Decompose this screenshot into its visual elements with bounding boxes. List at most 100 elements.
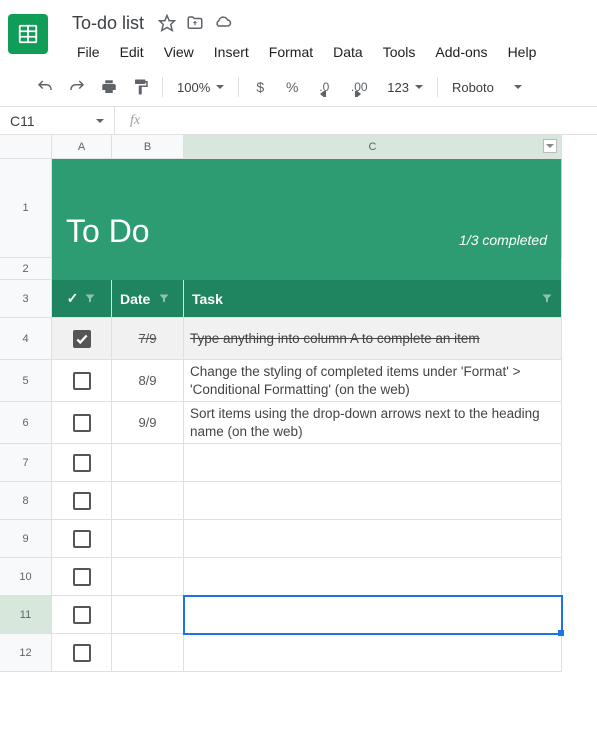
chevron-down-icon bbox=[96, 119, 104, 123]
cell-a8[interactable] bbox=[52, 482, 112, 520]
cell-a4[interactable] bbox=[52, 318, 112, 360]
print-button[interactable] bbox=[94, 74, 124, 100]
column-header-b[interactable]: B bbox=[112, 135, 184, 159]
banner-spacer[interactable] bbox=[52, 258, 562, 280]
cell-a5[interactable] bbox=[52, 360, 112, 402]
banner-title-cell[interactable]: To Do bbox=[52, 159, 184, 258]
row-header-1[interactable]: 1 bbox=[0, 159, 52, 258]
banner-status: 1/3 completed bbox=[459, 232, 547, 248]
cell-c7[interactable] bbox=[184, 444, 562, 482]
header-task-cell[interactable]: Task bbox=[184, 280, 562, 318]
cell-b12[interactable] bbox=[112, 634, 184, 672]
row-header-10[interactable]: 10 bbox=[0, 558, 52, 596]
sheets-app-icon[interactable] bbox=[8, 14, 48, 54]
cell-b10[interactable] bbox=[112, 558, 184, 596]
name-box[interactable]: C11 bbox=[0, 107, 115, 134]
cell-b6[interactable]: 9/9 bbox=[112, 402, 184, 444]
checkbox[interactable] bbox=[73, 606, 91, 624]
column-header-a[interactable]: A bbox=[52, 135, 112, 159]
filter-icon[interactable] bbox=[541, 291, 553, 307]
task-value: Type anything into column A to complete … bbox=[190, 330, 480, 348]
cell-b9[interactable] bbox=[112, 520, 184, 558]
checkbox[interactable] bbox=[73, 492, 91, 510]
checkbox[interactable] bbox=[73, 454, 91, 472]
percent-button[interactable]: % bbox=[277, 74, 307, 100]
menu-edit[interactable]: Edit bbox=[111, 40, 153, 64]
row-header-2[interactable]: 2 bbox=[0, 258, 52, 280]
checkbox[interactable] bbox=[73, 644, 91, 662]
banner-status-cell[interactable]: 1/3 completed bbox=[184, 159, 562, 258]
row-header-8[interactable]: 8 bbox=[0, 482, 52, 520]
zoom-select[interactable]: 100% bbox=[169, 80, 232, 95]
row-header-9[interactable]: 9 bbox=[0, 520, 52, 558]
row-header-3[interactable]: 3 bbox=[0, 280, 52, 318]
filter-icon[interactable] bbox=[158, 291, 170, 307]
filter-icon[interactable] bbox=[84, 291, 96, 307]
menu-file[interactable]: File bbox=[68, 40, 109, 64]
menu-data[interactable]: Data bbox=[324, 40, 372, 64]
cell-a12[interactable] bbox=[52, 634, 112, 672]
cell-a6[interactable] bbox=[52, 402, 112, 444]
column-header-c[interactable]: C bbox=[184, 135, 562, 159]
menu-format[interactable]: Format bbox=[260, 40, 322, 64]
checkbox[interactable] bbox=[73, 568, 91, 586]
active-cell-ref: C11 bbox=[10, 113, 35, 129]
currency-button[interactable]: $ bbox=[245, 74, 275, 100]
separator bbox=[437, 77, 438, 97]
row-header-6[interactable]: 6 bbox=[0, 402, 52, 444]
cell-c11[interactable] bbox=[184, 596, 562, 634]
increase-decimal-button[interactable]: .00 bbox=[341, 74, 377, 100]
font-select[interactable]: Roboto bbox=[444, 80, 530, 95]
cell-b11[interactable] bbox=[112, 596, 184, 634]
star-icon[interactable] bbox=[158, 14, 176, 32]
cell-a11[interactable] bbox=[52, 596, 112, 634]
task-value: Sort items using the drop-down arrows ne… bbox=[190, 405, 555, 440]
checkbox[interactable] bbox=[73, 372, 91, 390]
separator bbox=[162, 77, 163, 97]
header-date-cell[interactable]: Date bbox=[112, 280, 184, 318]
row-header-5[interactable]: 5 bbox=[0, 360, 52, 402]
cell-b5[interactable]: 8/9 bbox=[112, 360, 184, 402]
paint-format-button[interactable] bbox=[126, 74, 156, 100]
numfmt-value: 123 bbox=[387, 80, 409, 95]
column-filter-dropdown[interactable] bbox=[543, 139, 557, 153]
cell-b7[interactable] bbox=[112, 444, 184, 482]
formula-input[interactable] bbox=[155, 107, 597, 134]
cell-c8[interactable] bbox=[184, 482, 562, 520]
cell-b4[interactable]: 7/9 bbox=[112, 318, 184, 360]
menu-addons[interactable]: Add-ons bbox=[426, 40, 496, 64]
redo-button[interactable] bbox=[62, 74, 92, 100]
cell-a10[interactable] bbox=[52, 558, 112, 596]
cell-c5[interactable]: Change the styling of completed items un… bbox=[184, 360, 562, 402]
checkbox[interactable] bbox=[73, 330, 91, 348]
header-check-cell[interactable]: ✓ bbox=[52, 280, 112, 318]
menu-help[interactable]: Help bbox=[499, 40, 546, 64]
toolbar: 100% $ % .0 .00 123 Roboto bbox=[0, 68, 597, 107]
cell-c6[interactable]: Sort items using the drop-down arrows ne… bbox=[184, 402, 562, 444]
menu-view[interactable]: View bbox=[155, 40, 203, 64]
cell-a9[interactable] bbox=[52, 520, 112, 558]
decrease-decimal-button[interactable]: .0 bbox=[309, 74, 339, 100]
cell-c9[interactable] bbox=[184, 520, 562, 558]
cell-b8[interactable] bbox=[112, 482, 184, 520]
cell-c4[interactable]: Type anything into column A to complete … bbox=[184, 318, 562, 360]
row-header-4[interactable]: 4 bbox=[0, 318, 52, 360]
checkbox[interactable] bbox=[73, 530, 91, 548]
menu-tools[interactable]: Tools bbox=[374, 40, 425, 64]
cell-c10[interactable] bbox=[184, 558, 562, 596]
row-header-11[interactable]: 11 bbox=[0, 596, 52, 634]
chevron-down-icon bbox=[216, 85, 224, 89]
doc-title[interactable]: To-do list bbox=[68, 13, 148, 34]
number-format-select[interactable]: 123 bbox=[379, 80, 431, 95]
cloud-status-icon[interactable] bbox=[214, 14, 232, 32]
row-header-7[interactable]: 7 bbox=[0, 444, 52, 482]
undo-button[interactable] bbox=[30, 74, 60, 100]
cell-c12[interactable] bbox=[184, 634, 562, 672]
move-folder-icon[interactable] bbox=[186, 14, 204, 32]
cell-a7[interactable] bbox=[52, 444, 112, 482]
menu-insert[interactable]: Insert bbox=[205, 40, 258, 64]
task-value: Change the styling of completed items un… bbox=[190, 363, 555, 398]
row-header-12[interactable]: 12 bbox=[0, 634, 52, 672]
select-all-corner[interactable] bbox=[0, 135, 52, 159]
checkbox[interactable] bbox=[73, 414, 91, 432]
